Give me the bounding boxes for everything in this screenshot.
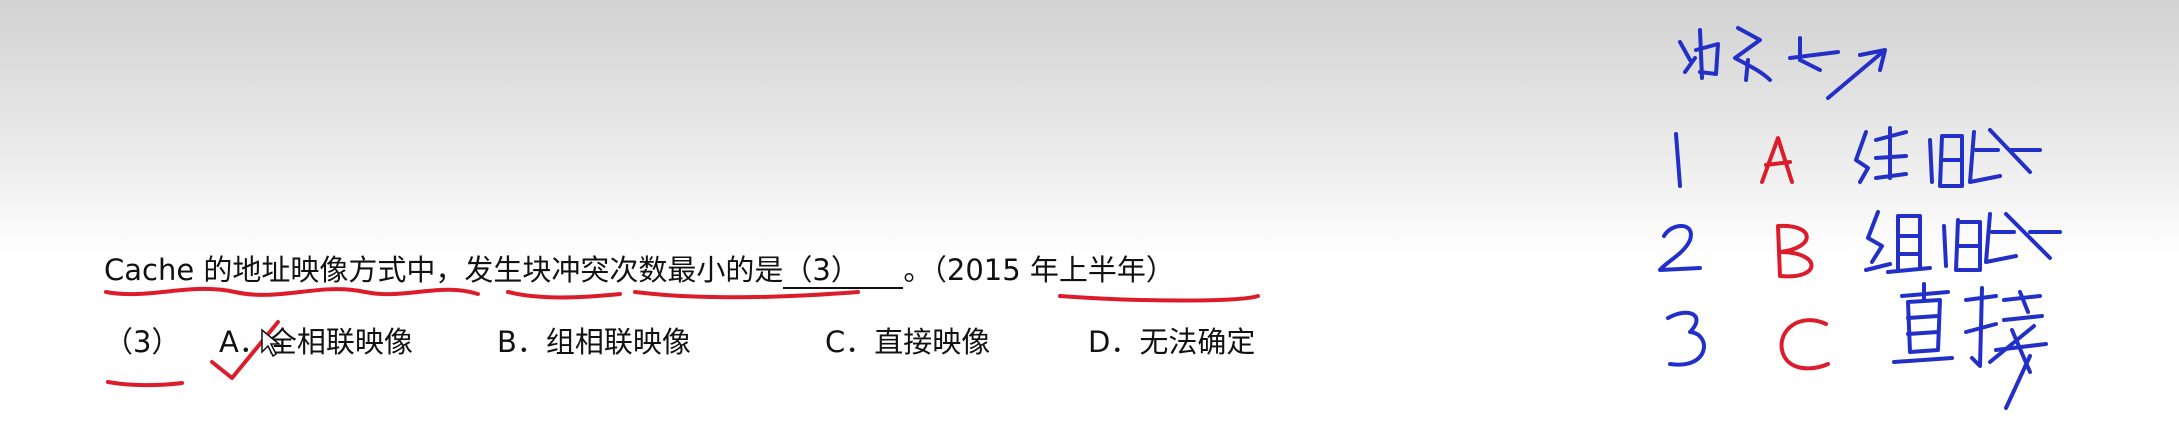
handwriting-title: [1678, 26, 1887, 100]
option-number: （3）: [104, 325, 181, 359]
question-text: Cache 的地址映像方式中，发生块冲突次数最小的是 （3） 。（2015 年上半…: [104, 248, 1175, 292]
handwriting-letter-c: [1779, 318, 1830, 371]
handwriting-num-1: [1674, 132, 1682, 188]
underline-year: [1058, 294, 1260, 303]
handwriting-num-2: [1658, 224, 1702, 272]
option-b: B．组相联映像: [497, 325, 691, 359]
handwriting-label-set-assoc: [1864, 210, 2062, 274]
underline-fewest: [633, 290, 860, 300]
underline-block-conflict: [506, 290, 622, 300]
handwriting-letter-b: [1776, 223, 1814, 279]
handwriting-num-3: [1666, 310, 1706, 367]
option-d: D．无法确定: [1088, 325, 1256, 359]
option-a: A．全相联映像: [219, 325, 413, 359]
option-c: C．直接映像: [825, 325, 991, 359]
handwriting-label-full-assoc: [1854, 126, 2042, 188]
question-stem: Cache 的地址映像方式中，发生块冲突次数最小的是: [104, 253, 784, 287]
handwriting-label-direct: [1892, 282, 2048, 410]
underline-option-number: [106, 380, 184, 388]
slide-page: Cache 的地址映像方式中，发生块冲突次数最小的是 （3） 。（2015 年上半…: [0, 0, 2179, 442]
handwriting-letter-a: [1760, 136, 1794, 184]
question-source: 。（2015 年上半年）: [903, 253, 1175, 287]
answer-blank: （3）: [783, 253, 904, 289]
handwritten-annotations: [104, 26, 2062, 410]
